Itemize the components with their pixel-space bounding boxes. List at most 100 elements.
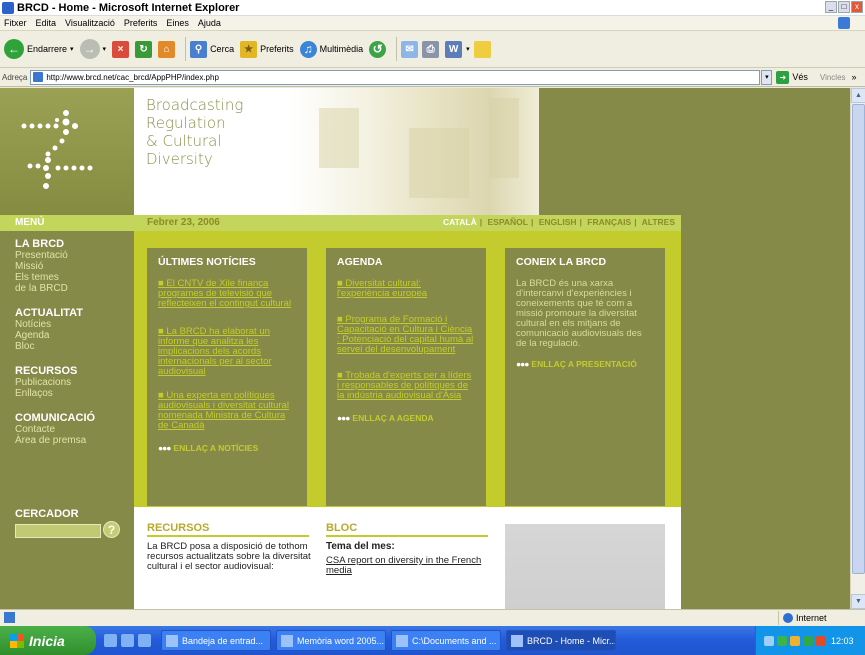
mail-icon[interactable]: ✉ (401, 40, 419, 58)
header-fill (539, 88, 850, 215)
nav-section-brcd[interactable]: LA BRCD (15, 238, 133, 250)
blog-link[interactable]: CSA report on diversity in the French me… (326, 556, 491, 576)
menu-view[interactable]: Visualització (65, 18, 115, 28)
desktop-icon[interactable] (121, 634, 134, 647)
nav-item-agenda[interactable]: Agenda (15, 330, 133, 341)
maximize-button[interactable]: □ (838, 1, 850, 13)
vertical-scrollbar[interactable]: ▲ ▼ (850, 88, 865, 609)
menu-edit[interactable]: Edita (36, 18, 57, 28)
taskbar-item-inbox[interactable]: Bandeja de entrad... (161, 630, 271, 651)
blog-heading[interactable]: BLOC (326, 522, 491, 534)
menu-help[interactable]: Ajuda (198, 18, 221, 28)
nav-item-enllacos[interactable]: Enllaços (15, 388, 133, 399)
history-icon[interactable]: ↺ (369, 40, 387, 58)
update-icon[interactable] (790, 635, 800, 646)
start-button[interactable]: Inicia (0, 626, 96, 655)
nav-item-premsa[interactable]: Àrea de premsa (15, 435, 133, 446)
media-button[interactable]: ♫ Multimèdia (299, 40, 364, 58)
brcd-logo[interactable] (0, 88, 134, 215)
alert-icon[interactable] (816, 635, 826, 646)
about-more-link[interactable]: ●●● ENLLAÇ A PRESENTACIÓ (516, 359, 654, 369)
lang-altres[interactable]: ALTRES (642, 217, 675, 227)
toolbar: ← Endarrere ▾ → ▾ × ↻ ⌂ ⚲ Cerca ★ Prefer… (0, 31, 865, 68)
close-button[interactable]: x (851, 1, 863, 13)
resources-heading[interactable]: RECURSOS (147, 522, 317, 534)
news-link[interactable]: ■ Una experta en polítiques audiovisuals… (158, 391, 296, 431)
links-label[interactable]: Vincles (820, 73, 846, 82)
agenda-link[interactable]: ■ Diversitat cultural: l'experiència eur… (337, 279, 475, 299)
folder-icon[interactable] (473, 40, 491, 58)
system-tray: 12:03 (755, 626, 865, 655)
nav-item-contacte[interactable]: Contacte (15, 424, 133, 435)
lang-english[interactable]: ENGLISH (539, 217, 577, 227)
media-label: Multimèdia (319, 44, 364, 54)
agenda-more-link[interactable]: ●●● ENLLAÇ A AGENDA (337, 413, 475, 423)
nav-section-recursos[interactable]: RECURSOS (15, 365, 133, 377)
forward-button[interactable]: → ▾ (79, 39, 106, 59)
nav-section-actualitat[interactable]: ACTUALITAT (15, 307, 133, 319)
search-button[interactable]: ⚲ Cerca (190, 40, 234, 58)
refresh-icon[interactable]: ↻ (135, 40, 153, 58)
site-search-button[interactable]: ? (103, 521, 120, 538)
agenda-link[interactable]: ■ Programa de Formació i Capacitació en … (337, 315, 475, 355)
lang-catala[interactable]: CATALÀ (443, 217, 477, 227)
taskbar-item-ie[interactable]: BRCD - Home - Micr... (506, 630, 616, 651)
edit-icon[interactable]: W (445, 40, 463, 58)
nav-item-presentacio[interactable]: Presentació (15, 250, 133, 261)
chevron-down-icon[interactable]: ▾ (466, 45, 470, 53)
go-arrow-icon[interactable]: ➜ (776, 70, 790, 84)
nav-item-bloc[interactable]: Bloc (15, 341, 133, 352)
nav-item-publicacions[interactable]: Publicacions (15, 377, 133, 388)
scroll-down-arrow-icon[interactable]: ▼ (851, 594, 865, 609)
menu-favorites[interactable]: Preferits (124, 18, 158, 28)
ie-quicklaunch-icon[interactable] (104, 634, 117, 647)
stop-icon[interactable]: × (112, 40, 130, 58)
menu-file[interactable]: Fitxer (4, 18, 27, 28)
media-quicklaunch-icon[interactable] (138, 634, 151, 647)
lang-espanol[interactable]: ESPAÑOL (487, 217, 527, 227)
network-icon[interactable] (764, 635, 774, 646)
back-button[interactable]: ← Endarrere ▾ (4, 39, 74, 59)
scroll-up-arrow-icon[interactable]: ▲ (851, 88, 865, 103)
nav-item-noticies[interactable]: Notícies (15, 319, 133, 330)
site-search-input[interactable] (15, 524, 101, 538)
agenda-link[interactable]: ■ Trobada d'experts per a líders i respo… (337, 371, 475, 401)
brand-line: Diversity (146, 150, 213, 168)
web-page: MENÚ LA BRCD Presentació Missió Els teme… (0, 88, 850, 609)
search-icon: ⚲ (190, 40, 208, 58)
brand-line: & Cultural (146, 132, 222, 150)
chevron-right-icon[interactable]: » (852, 72, 857, 82)
outlook-icon (166, 634, 178, 647)
minimize-button[interactable]: _ (825, 1, 837, 13)
go-button[interactable]: Vés (792, 72, 808, 82)
dots-logo-icon (21, 110, 93, 189)
title-bar[interactable]: BRCD - Home - Microsoft Internet Explore… (0, 0, 865, 16)
favorites-button[interactable]: ★ Preferits (240, 40, 294, 58)
media-icon: ♫ (299, 40, 317, 58)
nav-item-temes-2[interactable]: de la BRCD (15, 283, 133, 294)
favorites-label: Preferits (260, 44, 294, 54)
news-link[interactable]: ■ La BRCD ha elaborat un informe que ana… (158, 327, 296, 377)
news-more-link[interactable]: ●●● ENLLAÇ A NOTÍCIES (158, 443, 296, 453)
nav-item-missio[interactable]: Missió (15, 261, 133, 272)
nav-section-comunicacio[interactable]: COMUNICACIÓ (15, 412, 133, 424)
status-icon[interactable] (803, 635, 813, 646)
address-dropdown[interactable]: ▾ (761, 69, 773, 85)
ie-window: BRCD - Home - Microsoft Internet Explore… (0, 0, 865, 655)
menu-tools[interactable]: Eines (166, 18, 189, 28)
print-icon[interactable]: ⎙ (422, 40, 440, 58)
taskbar-item-word[interactable]: Memòria word 2005... (276, 630, 386, 651)
windows-flag-icon (838, 17, 850, 29)
nav-item-temes[interactable]: Els temes (15, 272, 133, 283)
lang-francais[interactable]: FRANÇAIS (587, 217, 631, 227)
home-icon[interactable]: ⌂ (158, 40, 176, 58)
site-brand[interactable]: Broadcasting Regulation & Cultural Diver… (146, 96, 243, 168)
back-arrow-icon: ← (4, 39, 24, 59)
about-title: CONEIX LA BRCD (516, 256, 607, 268)
antivirus-icon[interactable] (777, 635, 787, 646)
taskbar-item-explorer[interactable]: C:\Documents and ... (391, 630, 501, 651)
scroll-thumb[interactable] (852, 104, 865, 574)
news-link[interactable]: ■ El CNTV de Xile finança programes de t… (158, 279, 296, 309)
address-input[interactable]: http://www.brcd.net/cac_brcd/AppPHP/inde… (30, 69, 761, 85)
agenda-title: AGENDA (337, 256, 383, 268)
